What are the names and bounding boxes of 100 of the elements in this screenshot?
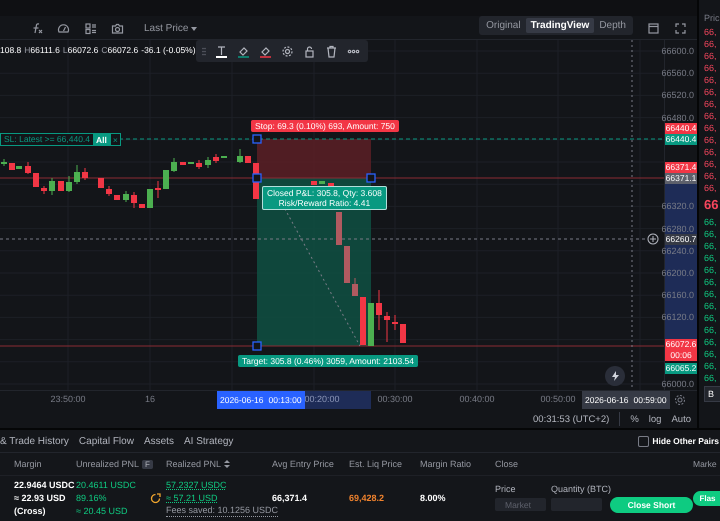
result-label: Closed P&L: 305.8, Qty: 3.608 Risk/Reward Ratio: 4.41 <box>262 186 387 210</box>
candle <box>205 156 211 168</box>
panel-tab[interactable]: AI Strategy <box>184 436 234 446</box>
price-label: 66240.0 <box>661 246 694 256</box>
bid-price[interactable]: 66, <box>704 276 720 288</box>
candle <box>123 190 129 202</box>
ask-price[interactable]: 66, <box>704 98 720 110</box>
time-label: 16 <box>145 394 155 404</box>
ask-price[interactable]: 66, <box>704 170 720 182</box>
bid-price[interactable]: 66, <box>704 360 720 372</box>
gauge-icon[interactable] <box>57 22 70 35</box>
price-tag: 66065.2 <box>665 363 698 374</box>
order-label: SL: Latest >= 66,440.4 <box>3 134 92 145</box>
ask-price[interactable]: 66, <box>704 26 720 38</box>
liquidation-price: 69,428.2 <box>349 493 386 503</box>
candle <box>237 148 243 164</box>
candle <box>311 181 317 185</box>
sort-icon[interactable] <box>224 460 230 468</box>
candle <box>155 180 161 198</box>
candle <box>336 212 342 245</box>
panel-tab[interactable]: Assets <box>144 436 174 446</box>
candle <box>49 178 55 196</box>
bid-price[interactable]: 66, <box>704 324 720 336</box>
bid-price[interactable]: 66, <box>704 336 720 348</box>
margin-value: 22.9464 USDC <box>14 479 76 491</box>
pnl-value: ≈ 20.45 USD <box>76 505 128 517</box>
lock-icon[interactable] <box>303 44 316 58</box>
candle <box>376 290 382 330</box>
bid-price[interactable]: 66, <box>704 264 720 276</box>
ohlc-value: H66111.6 <box>24 45 60 55</box>
ask-price[interactable]: 66, <box>704 62 720 74</box>
layout-icon[interactable] <box>84 22 97 35</box>
ask-price[interactable]: 66, <box>704 134 720 146</box>
checkbox-label: Hide Other Pairs <box>652 436 719 446</box>
time-label: 00:20:00 <box>304 394 340 404</box>
bid-price[interactable]: 66, <box>704 300 720 312</box>
bid-price[interactable]: 66, <box>704 348 720 360</box>
view-tab[interactable]: Depth <box>594 18 631 33</box>
fill-color-icon[interactable] <box>237 44 250 58</box>
ask-price[interactable]: 66, <box>704 38 720 50</box>
bid-price[interactable]: 66, <box>704 216 720 228</box>
bid-price[interactable]: 66, <box>704 252 720 264</box>
drag-handle[interactable] <box>252 173 262 183</box>
price-source-dropdown[interactable]: Last Price <box>138 22 204 35</box>
candle <box>66 176 72 192</box>
quick-trade-button[interactable] <box>605 366 625 386</box>
bid-price[interactable]: 66, <box>704 228 720 240</box>
book-button[interactable]: B <box>704 386 720 402</box>
price-label: 66280.0 <box>661 224 694 234</box>
ask-price[interactable]: 66, <box>704 86 720 98</box>
window-icon[interactable] <box>647 22 660 35</box>
candle <box>368 303 374 346</box>
price-label: 66320.0 <box>661 201 694 212</box>
bid-price[interactable]: 66, <box>704 288 720 300</box>
ask-price[interactable]: 66, <box>704 122 720 134</box>
entry-price: 66,371.4 <box>272 493 308 503</box>
drag-handle[interactable] <box>252 134 262 144</box>
all-button[interactable]: All <box>93 134 110 145</box>
column-header: Margin Ratio <box>420 459 472 469</box>
ask-price[interactable]: 66, <box>704 146 720 158</box>
drag-handle[interactable] <box>252 341 262 351</box>
drag-handle[interactable] <box>366 173 376 183</box>
ask-price[interactable]: 66, <box>704 182 720 194</box>
price-tag: 66440.4 <box>665 134 698 145</box>
scale-option[interactable]: log <box>648 414 662 424</box>
ask-price[interactable]: 66, <box>704 110 720 122</box>
pnl-link[interactable]: ≈ 57.21 USD <box>166 492 272 504</box>
trash-icon[interactable] <box>325 44 338 58</box>
price-label: 66480.0 <box>661 112 694 123</box>
checkbox[interactable] <box>638 436 650 446</box>
margin-value: (Cross) <box>14 505 47 517</box>
ask-price[interactable]: 66, <box>704 158 720 170</box>
settings-icon[interactable] <box>281 44 294 58</box>
candle <box>106 186 112 196</box>
price-field[interactable]: Market <box>495 498 546 511</box>
text-tool-icon[interactable] <box>215 44 228 58</box>
bid-price[interactable]: 66, <box>704 372 720 384</box>
fullscreen-icon[interactable] <box>674 22 687 35</box>
camera-icon[interactable] <box>111 22 124 35</box>
candle <box>82 168 88 180</box>
ask-price[interactable]: 66, <box>704 74 720 86</box>
candle <box>74 164 80 184</box>
scale-option[interactable]: Auto <box>671 414 691 424</box>
view-tab[interactable]: TradingView <box>526 18 594 33</box>
column-header: Pric <box>704 12 720 25</box>
close-button[interactable]: × <box>110 134 120 145</box>
price-label: 66200.0 <box>661 268 694 278</box>
view-tab[interactable]: Original <box>481 18 526 33</box>
ask-price[interactable]: 66, <box>704 50 720 62</box>
bid-price[interactable]: 66, <box>704 312 720 324</box>
bid-price[interactable]: 66, <box>704 240 720 252</box>
panel-tab[interactable]: & Trade History <box>0 436 69 446</box>
pnl-link[interactable]: 57.2327 USDC <box>166 479 272 491</box>
settings-icon[interactable] <box>674 394 686 406</box>
plus-icon[interactable] <box>647 233 659 245</box>
ohlc-change: -36.1 (-0.05%) <box>141 45 196 55</box>
scale-option[interactable]: % <box>630 414 639 424</box>
panel-tab[interactable]: Capital Flow <box>78 436 134 446</box>
candle <box>171 158 177 172</box>
fill-color-icon[interactable] <box>259 44 272 58</box>
